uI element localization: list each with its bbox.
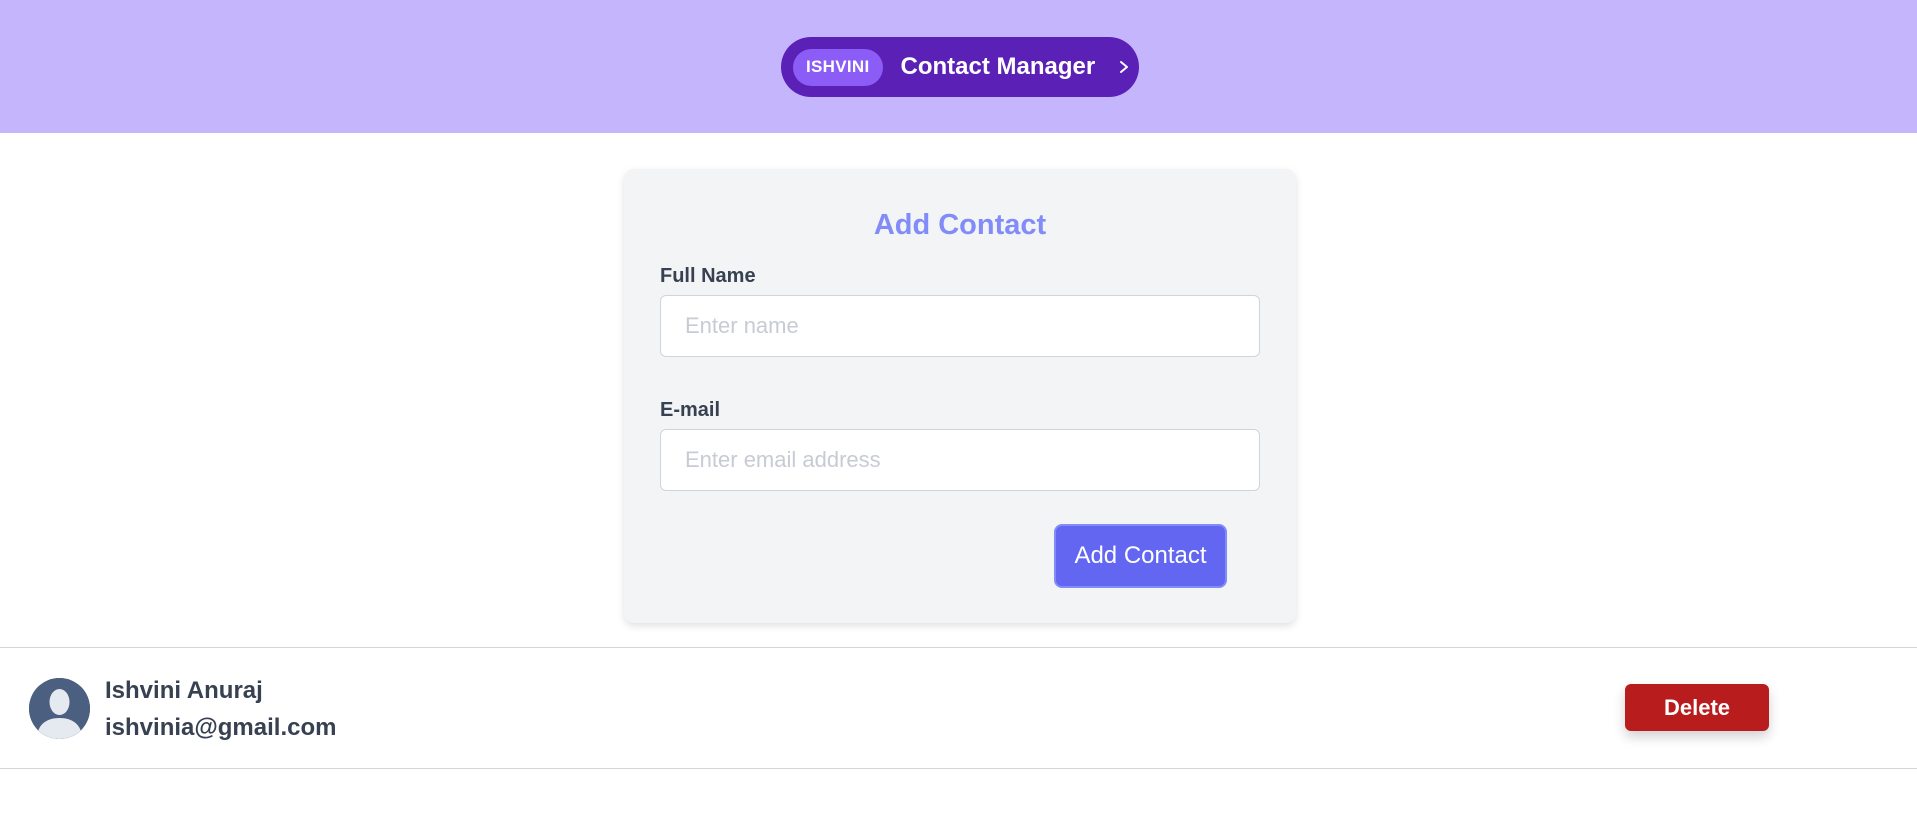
- contact-email: ishvinia@gmail.com: [105, 714, 337, 741]
- contact-name: Ishvini Anuraj: [105, 677, 263, 704]
- add-contact-form: Add Contact Full Name E-mail Add Contact: [624, 169, 1296, 623]
- app-header: ISHVINI Contact Manager: [0, 0, 1917, 133]
- header-brand-pill[interactable]: ISHVINI Contact Manager: [781, 37, 1139, 97]
- contact-list-item: Ishvini Anuraj ishvinia@gmail.com Delete: [0, 647, 1917, 768]
- chevron-right-icon: [1120, 61, 1129, 73]
- add-contact-button[interactable]: Add Contact: [1054, 524, 1227, 588]
- delete-contact-button[interactable]: Delete: [1625, 684, 1769, 731]
- app-title: Contact Manager: [900, 53, 1096, 80]
- brand-tag: ISHVINI: [793, 48, 883, 86]
- full-name-label: Full Name: [660, 265, 756, 287]
- list-divider-bottom: [0, 768, 1917, 769]
- full-name-input[interactable]: [660, 295, 1260, 357]
- email-input[interactable]: [660, 429, 1260, 491]
- form-title: Add Contact: [873, 209, 1047, 241]
- user-avatar-icon: [29, 678, 90, 739]
- email-label: E-mail: [660, 399, 721, 421]
